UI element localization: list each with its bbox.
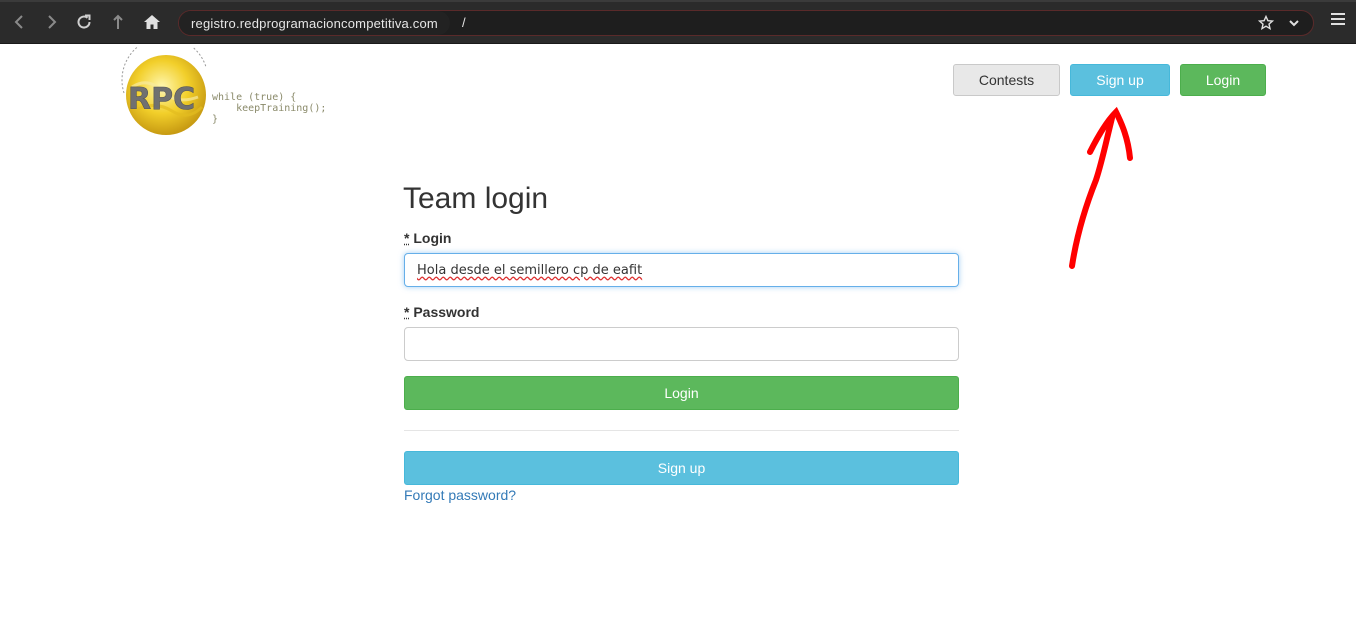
login-label: * Login — [404, 230, 451, 246]
header-signup-button[interactable]: Sign up — [1070, 64, 1170, 96]
browser-toolbar: registro.redprogramacioncompetitiva.com … — [0, 0, 1356, 44]
rpc-globe-logo: RPC — [121, 36, 207, 135]
required-marker: * — [404, 230, 410, 246]
reload-icon[interactable] — [72, 10, 96, 34]
up-icon[interactable] — [106, 10, 130, 34]
chevron-down-icon[interactable] — [1285, 14, 1303, 32]
back-icon[interactable] — [7, 10, 31, 34]
contests-button[interactable]: Contests — [953, 64, 1060, 96]
svg-text:RPC: RPC — [128, 82, 195, 117]
header-login-button[interactable]: Login — [1180, 64, 1266, 96]
tab-strip — [0, 0, 1356, 2]
home-icon[interactable] — [140, 10, 164, 34]
login-label-text: Login — [413, 230, 452, 246]
rpc-logo[interactable]: RPC while (true) { keepTraining(); } — [118, 36, 330, 139]
password-input[interactable] — [404, 327, 959, 361]
login-input-value: Hola desde el semillero cp de eafit — [417, 262, 643, 278]
url-path: / — [462, 15, 466, 30]
logo-code-snippet: while (true) { keepTraining(); } — [212, 92, 327, 125]
forward-icon[interactable] — [40, 10, 64, 34]
forgot-password-link[interactable]: Forgot password? — [404, 487, 516, 503]
url-host: registro.redprogramacioncompetitiva.com — [179, 11, 450, 35]
login-input[interactable]: Hola desde el semillero cp de eafit — [404, 253, 959, 287]
required-marker: * — [404, 304, 410, 320]
password-label-text: Password — [413, 304, 480, 320]
signup-button[interactable]: Sign up — [404, 451, 959, 485]
annotation-arrow — [1069, 106, 1133, 269]
divider — [404, 430, 959, 431]
star-icon[interactable] — [1257, 14, 1275, 32]
login-submit-button[interactable]: Login — [404, 376, 959, 410]
url-bar[interactable]: registro.redprogramacioncompetitiva.com … — [178, 10, 1314, 36]
page-title: Team login — [403, 182, 549, 215]
menu-icon[interactable] — [1330, 12, 1350, 32]
password-label: * Password — [404, 304, 479, 320]
